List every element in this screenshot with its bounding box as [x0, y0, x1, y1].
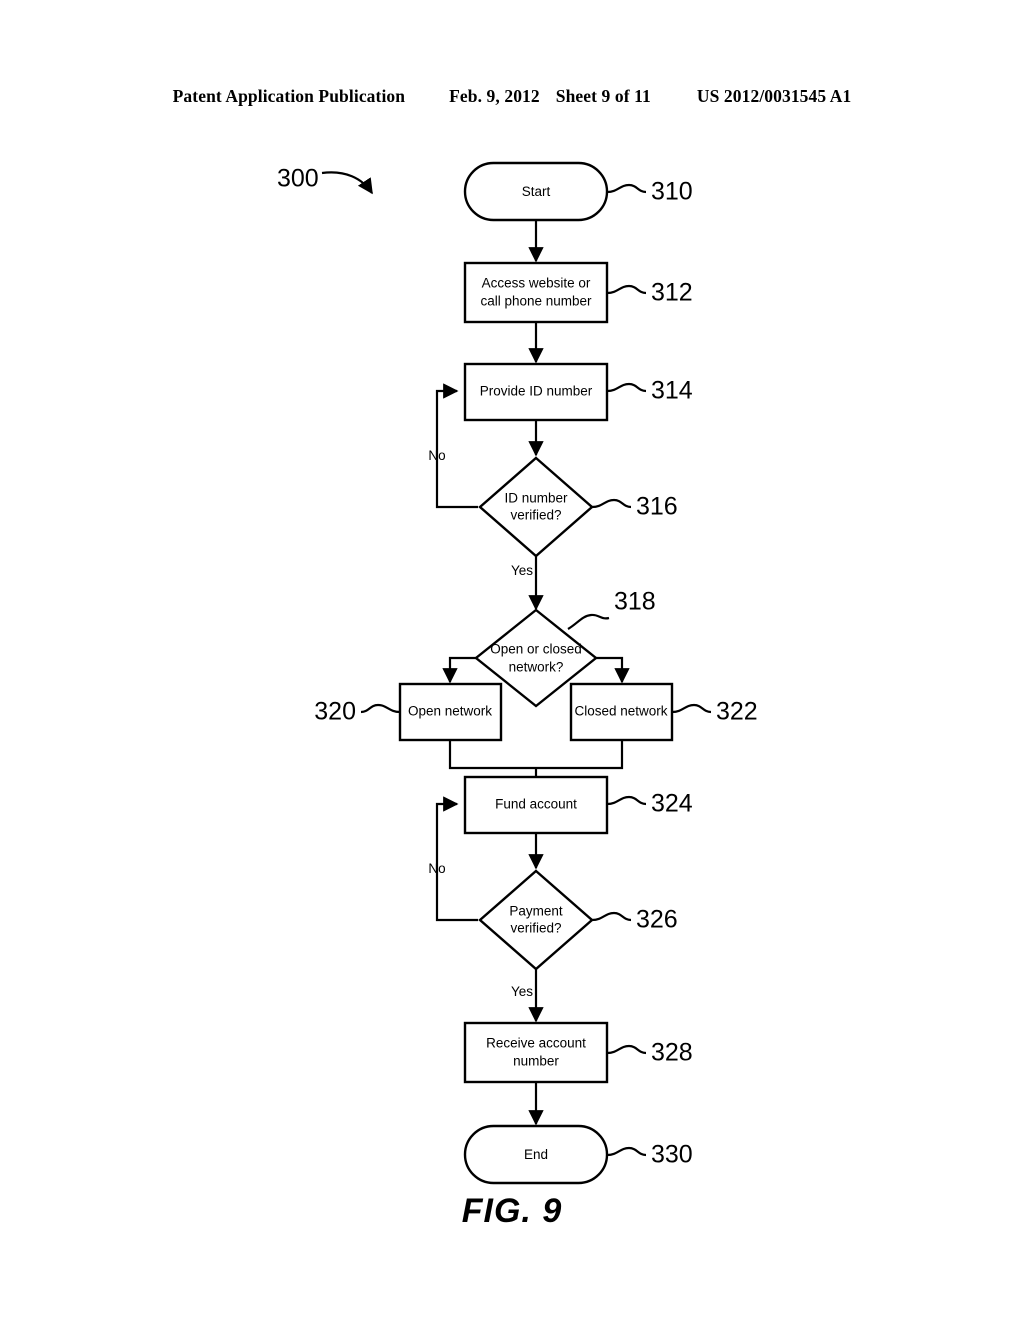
node-payment-verified-326-line1: Payment [509, 904, 563, 919]
node-fund-account-324-label: Fund account [495, 797, 577, 812]
connector-318-322 [596, 656, 630, 684]
ref-316-leader [591, 498, 632, 509]
connector-318-320 [442, 656, 476, 684]
ref-num-316: 316 [636, 493, 678, 521]
edge-label-id-no: No [428, 448, 445, 463]
figure-caption: FIG. 9 [461, 1192, 563, 1230]
ref-num-322: 322 [716, 698, 758, 726]
node-id-verified-316-line1: ID number [504, 491, 568, 506]
patent-header: Patent Application Publication Feb. 9, 2… [0, 86, 1024, 107]
ref-num-330: 330 [651, 1141, 693, 1169]
ref-num-328: 328 [651, 1039, 693, 1067]
node-access-website-312-line2: call phone number [480, 294, 592, 309]
diagram-ref-300-leader [321, 171, 373, 195]
node-open-network-320-label: Open network [408, 704, 492, 719]
ref-num-314: 314 [651, 377, 693, 405]
ref-326-leader [591, 911, 632, 922]
node-receive-account-328-line2: number [513, 1054, 559, 1069]
node-access-website-312-line1: Access website or [482, 276, 591, 291]
header-sheet-number: Sheet 9 of 11 [555, 86, 651, 106]
header-patent-number: US 2012/0031545 A1 [696, 86, 852, 106]
ref-310-leader [606, 183, 647, 194]
ref-num-310: 310 [651, 178, 693, 206]
node-start-310-label: Start [522, 184, 551, 199]
node-end-330-label: End [524, 1147, 548, 1162]
ref-num-324: 324 [651, 790, 693, 818]
node-open-closed-318-line1: Open or closed [490, 642, 582, 657]
figure-canvas: 300 Start 310 Access website or call pho… [0, 140, 1024, 1220]
node-access-website-312 [463, 261, 609, 324]
ref-320-leader [360, 703, 401, 714]
header-publication-title: Patent Application Publication [172, 86, 406, 106]
header-publication-date: Feb. 9, 2012 [449, 86, 540, 106]
ref-312-leader [606, 284, 647, 295]
node-payment-verified-326-line2: verified? [510, 921, 561, 936]
node-closed-network-322-label: Closed network [574, 704, 667, 719]
node-receive-account-328-line1: Receive account [486, 1036, 586, 1051]
ref-num-326: 326 [636, 906, 678, 934]
edge-label-payment-no: No [428, 861, 445, 876]
flowchart-diagram: 300 Start 310 Access website or call pho… [277, 161, 758, 1185]
node-receive-account-328 [463, 1021, 609, 1084]
ref-324-leader [606, 795, 647, 806]
node-open-closed-318-line2: network? [509, 660, 564, 675]
ref-num-320: 320 [314, 698, 356, 726]
edge-label-id-yes: Yes [511, 563, 533, 578]
node-id-verified-316-line2: verified? [510, 508, 561, 523]
ref-330-leader [606, 1146, 647, 1157]
ref-314-leader [606, 382, 647, 393]
node-provide-id-314-label: Provide ID number [480, 384, 593, 399]
ref-318-leader [567, 613, 610, 630]
ref-328-leader [606, 1044, 647, 1055]
connector-merge-320-322 [448, 740, 624, 770]
ref-num-318: 318 [614, 588, 656, 616]
ref-322-leader [671, 703, 712, 714]
ref-num-312: 312 [651, 279, 693, 307]
diagram-ref-300: 300 [277, 165, 319, 193]
edge-label-payment-yes: Yes [511, 984, 533, 999]
